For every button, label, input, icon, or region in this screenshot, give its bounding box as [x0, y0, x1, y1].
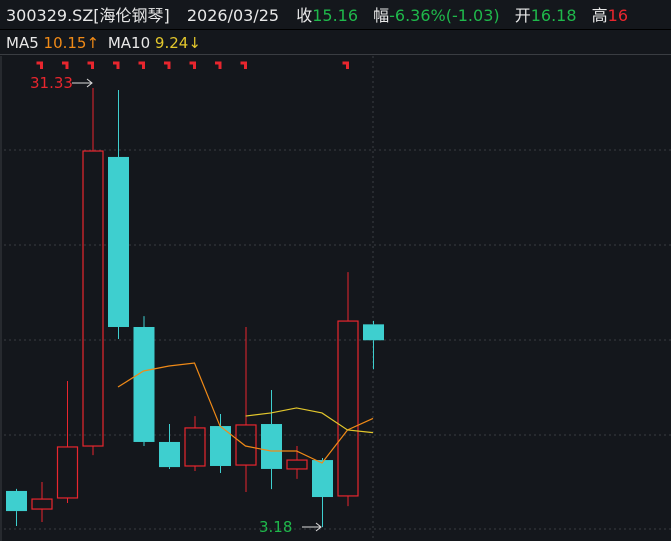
candle-body: [31, 498, 53, 510]
limit-up-marker: [87, 61, 94, 69]
candle-body: [184, 427, 206, 467]
candle-body: [261, 424, 282, 469]
limit-up-marker: [62, 61, 69, 69]
limit-up-marker: [164, 61, 171, 69]
min-price-label: 3.18: [259, 518, 292, 536]
candle-body: [56, 446, 79, 499]
candle-body: [108, 156, 129, 327]
limit-up-marker: [113, 61, 120, 69]
limit-up-marker: [138, 61, 145, 69]
limit-up-marker: [215, 61, 222, 69]
candle-body: [159, 441, 180, 468]
candle-body: [235, 424, 257, 466]
candle-body: [6, 490, 27, 512]
candle-body: [133, 326, 155, 442]
candle-body: [363, 324, 384, 341]
limit-up-marker: [189, 61, 196, 69]
candle-body: [82, 150, 104, 447]
candle-body: [286, 459, 308, 470]
limit-up-marker: [36, 61, 43, 69]
candle-body: [312, 460, 333, 498]
limit-up-marker: [240, 61, 247, 69]
max-price-label: 31.33: [30, 74, 73, 92]
candlestick-chart[interactable]: 31.33 3.18: [0, 0, 671, 541]
candle-body: [337, 320, 359, 497]
limit-up-marker: [342, 61, 349, 69]
